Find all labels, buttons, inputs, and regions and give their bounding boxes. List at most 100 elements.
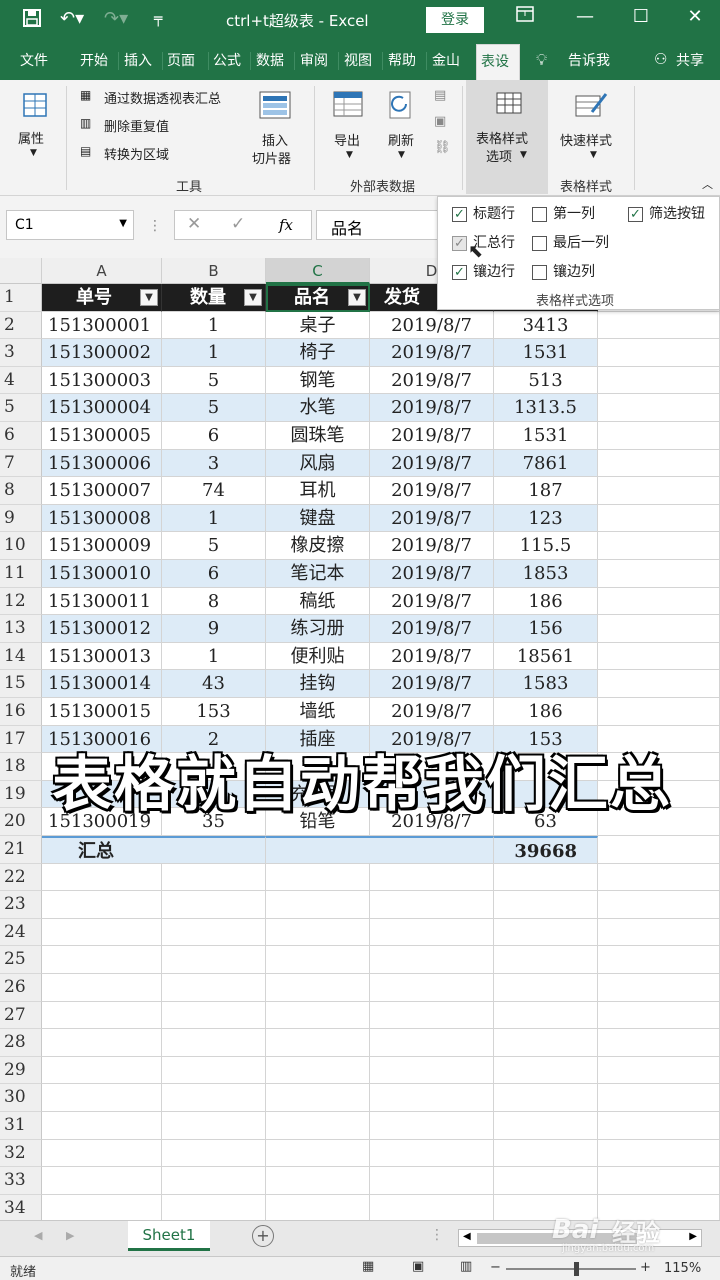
- table-cell[interactable]: 2019/8/7: [370, 670, 494, 698]
- empty-cell[interactable]: [598, 587, 720, 616]
- last-column-checkbox[interactable]: [532, 235, 547, 251]
- refresh-dropdown-icon[interactable]: ▼: [398, 150, 405, 160]
- empty-cell[interactable]: [598, 366, 720, 395]
- empty-cell[interactable]: [598, 422, 720, 450]
- table-cell[interactable]: 6: [162, 422, 266, 450]
- tab-insert[interactable]: 插入: [124, 50, 152, 70]
- header-row-option[interactable]: ✓ 标题行: [452, 203, 515, 223]
- name-box[interactable]: C1 ▼: [6, 210, 134, 240]
- empty-cell[interactable]: [598, 615, 720, 643]
- empty-cell[interactable]: [266, 1084, 370, 1112]
- row-header[interactable]: 13: [0, 615, 42, 643]
- table-cell[interactable]: 5: [162, 366, 266, 395]
- collapse-ribbon-icon[interactable]: ︿: [702, 176, 713, 192]
- empty-cell[interactable]: [494, 974, 598, 1002]
- empty-cell[interactable]: [494, 1001, 598, 1030]
- page-break-view-icon[interactable]: ▥: [460, 1259, 472, 1274]
- table-cell[interactable]: 耳机: [266, 477, 370, 505]
- row-header[interactable]: 24: [0, 918, 42, 947]
- export-dropdown-icon[interactable]: ▼: [346, 150, 353, 160]
- table-cell[interactable]: 74: [162, 477, 266, 505]
- table-cell[interactable]: 练习册: [266, 615, 370, 643]
- ribbon-display-icon[interactable]: [510, 6, 540, 27]
- table-cell[interactable]: 2019/8/7: [370, 477, 494, 505]
- table-cell[interactable]: 151300003: [42, 366, 162, 395]
- select-all-corner[interactable]: [0, 258, 42, 284]
- table-cell[interactable]: 1853: [494, 560, 598, 588]
- table-cell[interactable]: 151300007: [42, 477, 162, 505]
- table-cell[interactable]: 123: [494, 504, 598, 533]
- empty-cell[interactable]: [494, 1139, 598, 1168]
- empty-cell[interactable]: [42, 1084, 162, 1112]
- table-cell[interactable]: 7861: [494, 449, 598, 478]
- table-cell[interactable]: 186: [494, 587, 598, 616]
- empty-cell[interactable]: [370, 946, 494, 974]
- table-cell[interactable]: 橡皮擦: [266, 532, 370, 560]
- table-cell[interactable]: 键盘: [266, 504, 370, 533]
- empty-cell[interactable]: [598, 394, 720, 422]
- table-cell[interactable]: 2019/8/7: [370, 394, 494, 422]
- empty-cell[interactable]: [598, 670, 720, 698]
- add-sheet-icon[interactable]: +: [252, 1225, 274, 1247]
- table-cell[interactable]: 1313.5: [494, 394, 598, 422]
- undo-icon[interactable]: ↶▾: [60, 8, 84, 29]
- empty-cell[interactable]: [42, 1194, 162, 1220]
- table-cell[interactable]: 2019/8/7: [370, 560, 494, 588]
- empty-cell[interactable]: [598, 836, 720, 864]
- row-header[interactable]: 31: [0, 1112, 42, 1140]
- zoom-level[interactable]: 115%: [664, 1261, 701, 1276]
- zoom-out-icon[interactable]: −: [490, 1260, 501, 1275]
- properties-dropdown-icon[interactable]: ▼: [30, 148, 37, 158]
- row-header[interactable]: 23: [0, 891, 42, 919]
- empty-cell[interactable]: [42, 1112, 162, 1140]
- table-cell[interactable]: 2019/8/7: [370, 587, 494, 616]
- table-cell[interactable]: 1531: [494, 422, 598, 450]
- tab-page-layout[interactable]: 页面: [167, 50, 205, 70]
- table-cell[interactable]: 1: [162, 311, 266, 340]
- total-value[interactable]: 39668: [494, 836, 598, 864]
- empty-cell[interactable]: [370, 974, 494, 1002]
- first-column-option[interactable]: 第一列: [532, 203, 595, 223]
- empty-cell[interactable]: [42, 974, 162, 1002]
- summarize-pivot-button[interactable]: 通过数据透视表汇总: [104, 88, 221, 107]
- page-layout-view-icon[interactable]: ▣: [412, 1259, 424, 1274]
- table-cell[interactable]: 钢笔: [266, 366, 370, 395]
- empty-cell[interactable]: [162, 1194, 266, 1220]
- empty-cell[interactable]: [266, 1112, 370, 1140]
- empty-cell[interactable]: [598, 1167, 720, 1195]
- properties-button[interactable]: 属性: [18, 128, 44, 147]
- table-style-options-icon[interactable]: [494, 90, 528, 120]
- filter-dropdown-icon[interactable]: ▼: [244, 289, 262, 306]
- quick-styles-dropdown-icon[interactable]: ▼: [590, 150, 597, 160]
- table-cell[interactable]: 圆珠笔: [266, 422, 370, 450]
- table-cell[interactable]: 187: [494, 477, 598, 505]
- empty-cell[interactable]: [162, 863, 266, 892]
- empty-cell[interactable]: [370, 1029, 494, 1057]
- table-cell[interactable]: 18561: [494, 642, 598, 671]
- empty-cell[interactable]: [42, 1001, 162, 1030]
- prev-sheet-icon[interactable]: ◀: [34, 1229, 42, 1242]
- empty-cell[interactable]: [266, 918, 370, 947]
- empty-cell[interactable]: [598, 642, 720, 671]
- share-button[interactable]: 共享: [676, 50, 704, 70]
- table-cell[interactable]: 2019/8/7: [370, 532, 494, 560]
- empty-cell[interactable]: [598, 698, 720, 726]
- empty-cell[interactable]: [370, 1112, 494, 1140]
- table-cell[interactable]: 513: [494, 366, 598, 395]
- table-cell[interactable]: 151300005: [42, 422, 162, 450]
- empty-cell[interactable]: [266, 1139, 370, 1168]
- filter-dropdown-icon[interactable]: ▼: [348, 289, 366, 306]
- row-header[interactable]: 33: [0, 1167, 42, 1195]
- sheet-tab-sheet1[interactable]: Sheet1: [128, 1221, 210, 1251]
- table-cell[interactable]: 桌子: [266, 311, 370, 340]
- scroll-right-icon[interactable]: ▶: [689, 1231, 697, 1242]
- empty-cell[interactable]: [598, 504, 720, 533]
- minimize-icon[interactable]: —: [570, 6, 600, 27]
- table-cell[interactable]: 151300011: [42, 587, 162, 616]
- close-icon[interactable]: ✕: [680, 6, 710, 27]
- total-row-option[interactable]: ✓ 汇总行: [452, 232, 515, 252]
- next-sheet-icon[interactable]: ▶: [66, 1229, 74, 1242]
- row-header[interactable]: 19: [0, 780, 42, 809]
- row-header[interactable]: 12: [0, 587, 42, 616]
- empty-cell[interactable]: [494, 1167, 598, 1195]
